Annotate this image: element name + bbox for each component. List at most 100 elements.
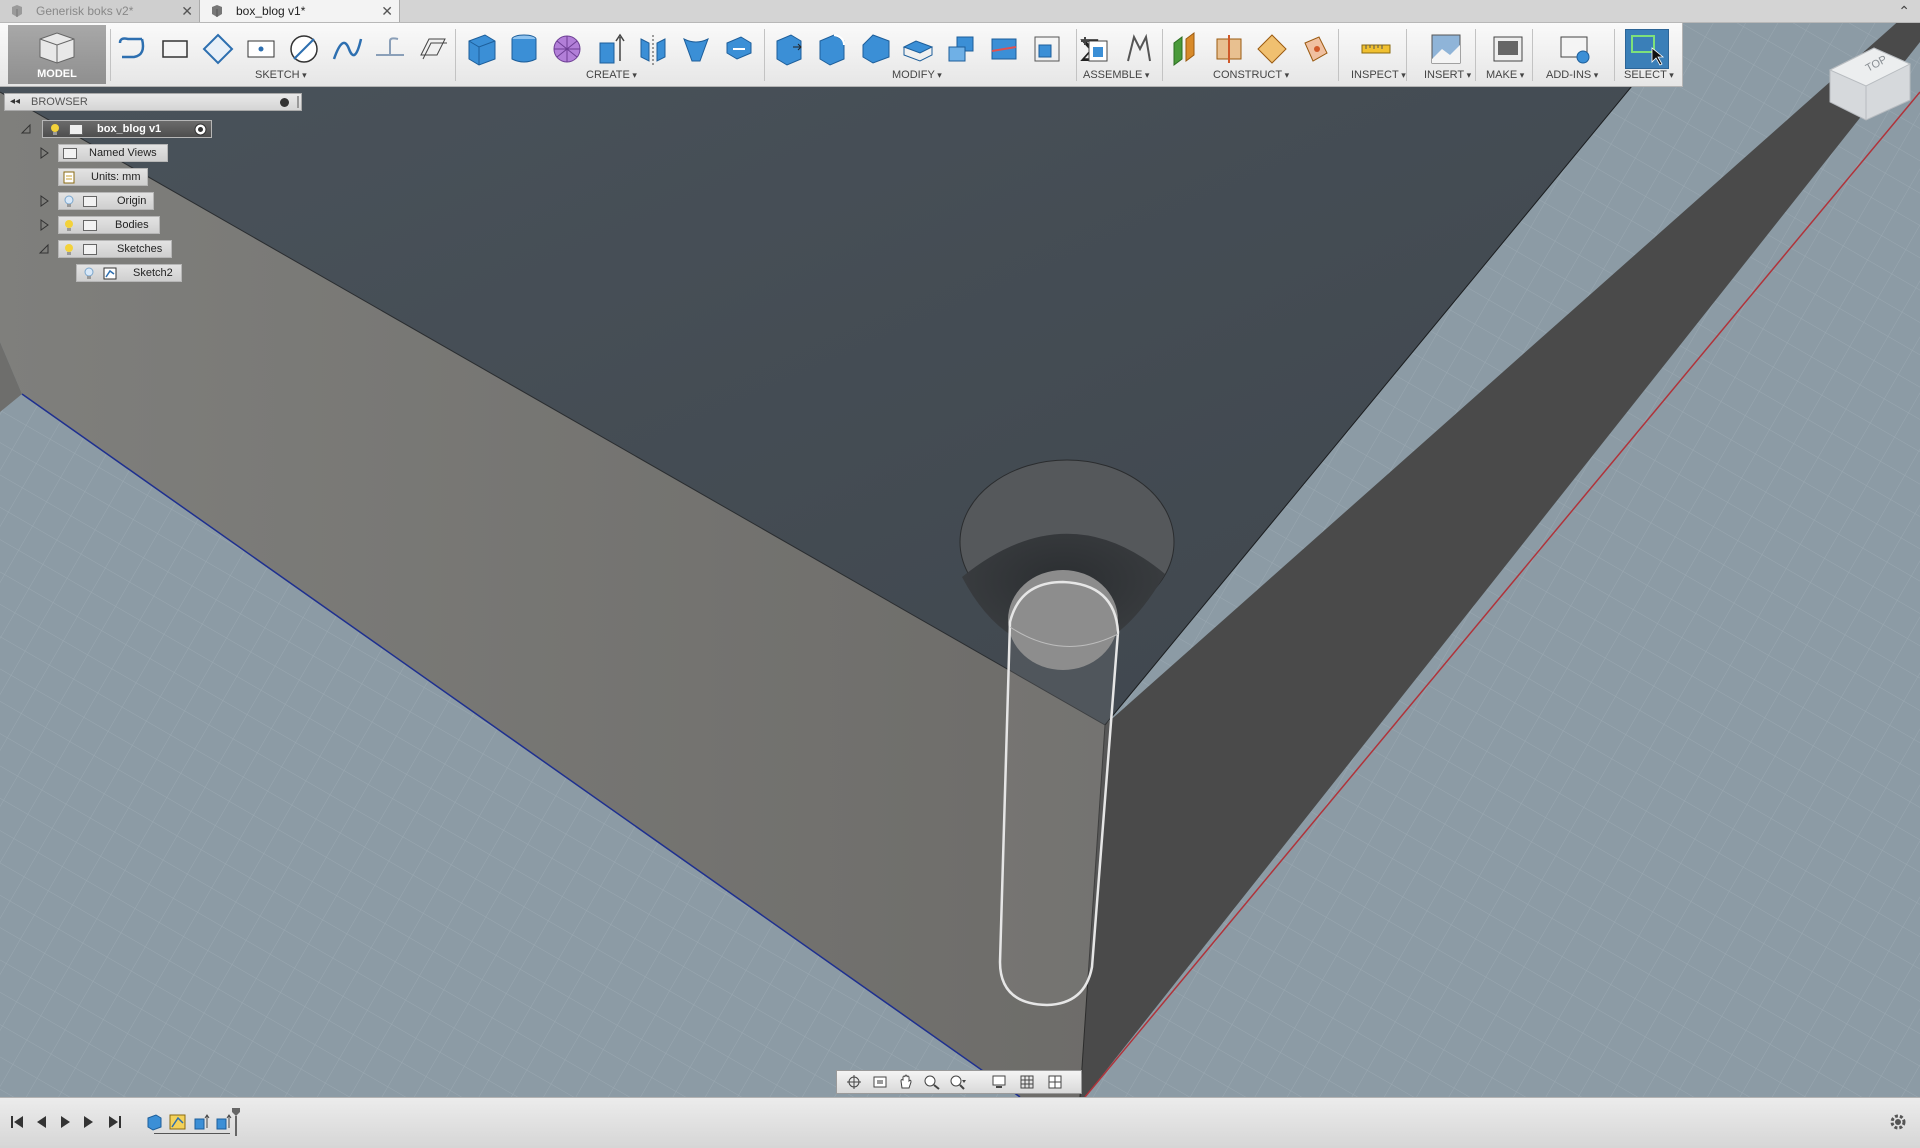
- chevron-up-icon[interactable]: ⌃: [1898, 0, 1910, 22]
- zoom-icon[interactable]: [923, 1074, 941, 1090]
- shell-tool[interactable]: [900, 31, 936, 67]
- collapsed-triangle-icon[interactable]: [38, 147, 50, 159]
- create-group-label[interactable]: CREATE: [586, 69, 637, 81]
- browser-row-sketch2[interactable]: Sketch2: [76, 264, 186, 282]
- chamfer-tool[interactable]: [857, 31, 893, 67]
- view-cube[interactable]: TOP: [1822, 30, 1914, 122]
- extrude-tool[interactable]: [592, 31, 628, 67]
- expanded-triangle-icon[interactable]: [38, 243, 50, 255]
- modify-group-label[interactable]: MODIFY: [892, 69, 942, 81]
- split-body-tool[interactable]: [986, 31, 1022, 67]
- polygon-tool[interactable]: [200, 31, 236, 67]
- trim-tool[interactable]: [372, 31, 408, 67]
- lightbulb-off-icon[interactable]: [63, 195, 75, 209]
- pan-hand-icon[interactable]: [897, 1074, 915, 1090]
- scale-tool[interactable]: [1029, 31, 1065, 67]
- lightbulb-on-icon[interactable]: [63, 243, 75, 257]
- play-icon[interactable]: [56, 1113, 74, 1131]
- measure-tool[interactable]: [1358, 31, 1394, 67]
- close-icon[interactable]: ✕: [181, 0, 193, 22]
- collapsed-triangle-icon[interactable]: [38, 219, 50, 231]
- press-pull-tool[interactable]: [771, 31, 807, 67]
- step-forward-icon[interactable]: [80, 1113, 98, 1131]
- make-group-label[interactable]: MAKE: [1486, 69, 1524, 81]
- browser-row-origin[interactable]: Origin: [36, 192, 166, 210]
- mirror-tool[interactable]: [635, 31, 671, 67]
- step-back-icon[interactable]: [32, 1113, 50, 1131]
- browser-row-sketches[interactable]: Sketches: [36, 240, 186, 258]
- 3d-print-tool[interactable]: [1490, 31, 1526, 67]
- close-icon[interactable]: ✕: [381, 0, 393, 22]
- revolve-tool[interactable]: [678, 31, 714, 67]
- axis-tool[interactable]: [1254, 31, 1290, 67]
- offset-plane-tool[interactable]: [1168, 31, 1204, 67]
- sketches-node[interactable]: Sketches: [58, 240, 172, 258]
- joint-tool[interactable]: [1120, 31, 1156, 67]
- display-settings-icon[interactable]: [991, 1074, 1009, 1090]
- fit-zoom-icon[interactable]: [949, 1074, 967, 1090]
- assemble-group-label[interactable]: ASSEMBLE: [1083, 69, 1149, 81]
- browser-row-units[interactable]: Units: mm: [58, 168, 158, 186]
- cylinder-tool[interactable]: [506, 31, 542, 67]
- addins-group-label[interactable]: ADD-INS: [1546, 69, 1598, 81]
- stop-sketch-tool[interactable]: [415, 31, 451, 67]
- insert-image-tool[interactable]: [1428, 31, 1464, 67]
- polygon-icon: [202, 33, 234, 65]
- bodies-node[interactable]: Bodies: [58, 216, 160, 234]
- browser-row-named-views[interactable]: Named Views: [36, 144, 186, 162]
- look-at-icon[interactable]: [871, 1074, 889, 1090]
- gear-icon[interactable]: [1888, 1112, 1908, 1132]
- new-component-icon: [1081, 37, 1108, 62]
- tab-generisk-boks[interactable]: Generisk boks v2* ✕: [0, 0, 200, 22]
- create-sketch-tool[interactable]: [114, 31, 150, 67]
- sweep-tool[interactable]: [721, 31, 757, 67]
- workspace-switcher-button[interactable]: MODEL: [8, 25, 106, 84]
- timeline-feature-box-icon[interactable]: [144, 1113, 164, 1131]
- timeline-marker-handle[interactable]: [230, 1106, 242, 1138]
- point-construct-tool[interactable]: [1297, 31, 1333, 67]
- named-views-node[interactable]: Named Views: [58, 144, 168, 162]
- activate-radio-icon[interactable]: [194, 123, 207, 136]
- resize-handle[interactable]: [297, 96, 299, 108]
- inspect-group-label[interactable]: INSPECT: [1351, 69, 1406, 81]
- spline-tool[interactable]: [329, 31, 365, 67]
- new-component-tool[interactable]: [1077, 31, 1113, 67]
- point-tool[interactable]: [243, 31, 279, 67]
- select-group-label[interactable]: SELECT: [1624, 69, 1674, 81]
- browser-root-row[interactable]: box_blog v1: [18, 120, 218, 138]
- tab-box-blog[interactable]: box_blog v1* ✕: [200, 0, 400, 22]
- grid-settings-icon[interactable]: [1019, 1074, 1037, 1090]
- sketch2-node[interactable]: Sketch2: [76, 264, 182, 282]
- collapsed-triangle-icon[interactable]: [38, 195, 50, 207]
- sketch-group-label[interactable]: SKETCH: [255, 69, 307, 81]
- fillet-tool[interactable]: [814, 31, 850, 67]
- viewports-icon[interactable]: [1047, 1074, 1065, 1090]
- scripts-addins-tool[interactable]: [1557, 31, 1593, 67]
- browser-row-bodies[interactable]: Bodies: [36, 216, 166, 234]
- sphere-tool[interactable]: [549, 31, 585, 67]
- origin-node[interactable]: Origin: [58, 192, 154, 210]
- timeline-feature-sketch-icon[interactable]: [168, 1113, 188, 1131]
- lightbulb-on-icon[interactable]: [63, 219, 75, 233]
- construct-group-label[interactable]: CONSTRUCT: [1213, 69, 1289, 81]
- orbit-icon[interactable]: [845, 1074, 863, 1090]
- browser-panel-header[interactable]: ◂◂ BROWSER: [4, 93, 302, 111]
- go-to-end-icon[interactable]: [106, 1113, 124, 1131]
- box-tool[interactable]: [463, 31, 499, 67]
- go-to-start-icon[interactable]: [8, 1113, 26, 1131]
- insert-group-label[interactable]: INSERT: [1424, 69, 1471, 81]
- pin-icon[interactable]: [280, 98, 289, 107]
- rectangle-tool[interactable]: [157, 31, 193, 67]
- units-node[interactable]: Units: mm: [58, 168, 148, 186]
- lightbulb-off-icon[interactable]: [83, 267, 95, 281]
- root-component-node[interactable]: box_blog v1: [42, 120, 212, 138]
- model-viewport[interactable]: [0, 22, 1920, 1097]
- combine-tool[interactable]: [943, 31, 979, 67]
- midplane-tool[interactable]: [1211, 31, 1247, 67]
- collapse-panel-icon[interactable]: ◂◂: [10, 94, 20, 110]
- timeline-feature-extrude-icon[interactable]: [192, 1113, 212, 1131]
- expanded-triangle-icon[interactable]: [20, 123, 32, 135]
- select-tool[interactable]: [1625, 29, 1669, 69]
- lightbulb-on-icon[interactable]: [49, 123, 61, 137]
- circle-tool[interactable]: [286, 31, 322, 67]
